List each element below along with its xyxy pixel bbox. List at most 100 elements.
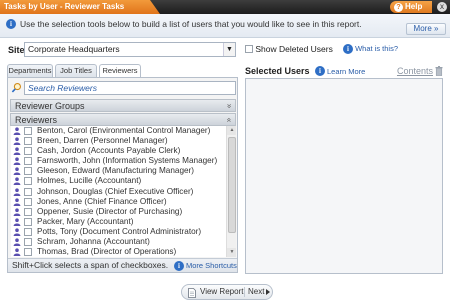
list-item[interactable]: Packer, Mary (Accountant) <box>11 217 236 227</box>
info-icon: i <box>315 66 325 76</box>
shortcut-bar: Shift+Click selects a span of checkboxes… <box>8 258 237 272</box>
tab-departments[interactable]: Departments <box>7 64 53 77</box>
reviewer-name: Holmes, Lucille (Accountant) <box>37 176 142 186</box>
reviewer-name: Breen, Darren (Personnel Manager) <box>37 136 168 146</box>
list-item[interactable]: Potts, Tony (Document Control Administra… <box>11 227 236 237</box>
info-text: Use the selection tools below to build a… <box>20 19 362 29</box>
reviewer-name: Packer, Mary (Accountant) <box>37 216 134 226</box>
reviewer-checkbox[interactable] <box>24 227 32 236</box>
learn-more-link[interactable]: Learn More <box>327 67 365 76</box>
list-item[interactable]: Cash, Jordon (Accounts Payable Clerk) <box>11 146 236 156</box>
trash-icon[interactable] <box>435 66 443 76</box>
view-report-button[interactable]: View Report <box>200 285 243 299</box>
list-item[interactable]: Jones, Anne (Chief Finance Officer) <box>11 197 236 207</box>
person-icon <box>13 198 21 206</box>
close-button[interactable]: x <box>437 2 447 12</box>
reviewers-header[interactable]: Reviewers » <box>10 113 236 126</box>
more-shortcuts-link[interactable]: More Shortcuts <box>186 259 237 272</box>
chevron-down-icon[interactable]: » <box>223 104 235 108</box>
person-icon <box>13 187 21 196</box>
selected-users-label: Selected Users <box>245 66 310 76</box>
reviewer-checkbox[interactable] <box>24 238 32 247</box>
person-icon <box>13 218 21 226</box>
list-scrollbar[interactable]: ▲ ▼ <box>226 126 236 257</box>
tab-reviewers[interactable]: Reviewers <box>99 64 141 78</box>
show-deleted-toggle[interactable]: Show Deleted Users <box>245 44 333 54</box>
reviewer-groups-header[interactable]: Reviewer Groups » <box>10 99 236 112</box>
what-is-this-label[interactable]: What is this? <box>355 44 398 53</box>
reviewer-checkbox[interactable] <box>24 147 32 156</box>
reviewers-panel: Search Reviewers Reviewer Groups » Revie… <box>7 77 238 273</box>
list-item[interactable]: Benton, Carol (Environmental Control Man… <box>11 126 236 136</box>
reviewer-checkbox[interactable] <box>24 167 32 176</box>
person-icon <box>13 137 21 146</box>
chevron-down-icon[interactable]: ▼ <box>223 43 235 56</box>
tab-job-titles[interactable]: Job Titles <box>55 64 97 77</box>
chevron-up-icon[interactable]: » <box>223 118 235 122</box>
reviewer-checkbox[interactable] <box>24 207 32 216</box>
reviewer-checkbox[interactable] <box>24 177 32 186</box>
list-item[interactable]: Farnsworth, John (Information Systems Ma… <box>11 156 236 166</box>
reviewer-checkbox[interactable] <box>24 137 32 146</box>
reviewer-name: Jones, Anne (Chief Finance Officer) <box>37 196 167 206</box>
list-item[interactable]: Gleeson, Edward (Manufacturing Manager) <box>11 166 236 176</box>
list-item[interactable]: Schram, Johanna (Accountant) <box>11 237 236 247</box>
show-deleted-checkbox[interactable] <box>245 45 253 53</box>
site-select[interactable]: Corporate Headquarters ▼ <box>24 42 236 57</box>
person-icon <box>13 157 21 166</box>
search-row: Search Reviewers <box>10 81 236 95</box>
scrollbar-thumb[interactable] <box>228 137 236 233</box>
chevron-right-icon[interactable] <box>266 289 270 295</box>
reviewer-name: Schram, Johanna (Accountant) <box>37 237 150 247</box>
title-bar: Tasks by User - Reviewer Tasks ? Help x <box>0 0 450 14</box>
list-item[interactable]: Holmes, Lucille (Accountant) <box>11 176 236 186</box>
reviewer-name: Gleeson, Edward (Manufacturing Manager) <box>37 166 195 176</box>
window-title: Tasks by User - Reviewer Tasks <box>0 0 160 14</box>
divider <box>244 287 245 297</box>
contents-link[interactable]: Contents <box>397 66 433 76</box>
list-item[interactable]: Breen, Darren (Personnel Manager) <box>11 136 236 146</box>
help-label: Help <box>405 2 423 11</box>
list-item[interactable]: Johnson, Douglas (Chief Executive Office… <box>11 187 236 197</box>
info-bar: i Use the selection tools below to build… <box>0 14 450 38</box>
selected-users-list[interactable] <box>245 78 443 274</box>
person-icon <box>13 238 21 247</box>
scroll-down-icon[interactable]: ▼ <box>227 248 236 257</box>
footer-actions: View Report Next <box>181 284 273 300</box>
reviewer-checkbox[interactable] <box>24 157 32 166</box>
list-item[interactable]: Thomas, Brad (Director of Operations) <box>11 247 236 257</box>
what-is-this-link[interactable]: i What is this? <box>343 44 398 54</box>
scroll-up-icon[interactable]: ▲ <box>227 126 236 135</box>
person-icon <box>13 167 21 176</box>
shortcut-hint: Shift+Click selects a span of checkboxes… <box>12 260 169 270</box>
info-icon: i <box>174 261 184 271</box>
help-button[interactable]: ? Help <box>390 1 432 13</box>
reviewer-list: Benton, Carol (Environmental Control Man… <box>11 126 236 257</box>
reviewer-checkbox[interactable] <box>24 197 32 206</box>
show-deleted-label: Show Deleted Users <box>255 44 333 54</box>
person-icon <box>13 208 21 216</box>
person-icon <box>13 248 21 257</box>
list-item[interactable]: Oppener, Susie (Director of Purchasing) <box>11 207 236 217</box>
person-icon <box>13 228 21 236</box>
reviewer-name: Johnson, Douglas (Chief Executive Office… <box>37 186 194 196</box>
reviewer-name: Benton, Carol (Environmental Control Man… <box>37 126 211 135</box>
site-label: Site <box>8 45 25 55</box>
reviewer-checkbox[interactable] <box>24 127 32 135</box>
reviewer-checkbox[interactable] <box>24 217 32 226</box>
help-icon: ? <box>394 3 403 12</box>
document-icon <box>188 288 196 298</box>
reviewer-checkbox[interactable] <box>24 248 32 257</box>
footer-bar: View Report Next <box>0 279 450 308</box>
search-icon <box>11 83 21 93</box>
search-input[interactable]: Search Reviewers <box>24 81 236 95</box>
reviewers-label: Reviewers <box>15 115 58 125</box>
site-select-value: Corporate Headquarters <box>28 44 120 54</box>
reviewer-name: Oppener, Susie (Director of Purchasing) <box>37 206 183 216</box>
reviewer-groups-label: Reviewer Groups <box>15 101 85 111</box>
more-button[interactable]: More » <box>406 23 446 35</box>
reviewer-checkbox[interactable] <box>24 187 32 196</box>
person-icon <box>13 127 21 135</box>
next-button[interactable]: Next <box>248 285 264 299</box>
reviewer-name: Farnsworth, John (Information Systems Ma… <box>37 156 218 166</box>
